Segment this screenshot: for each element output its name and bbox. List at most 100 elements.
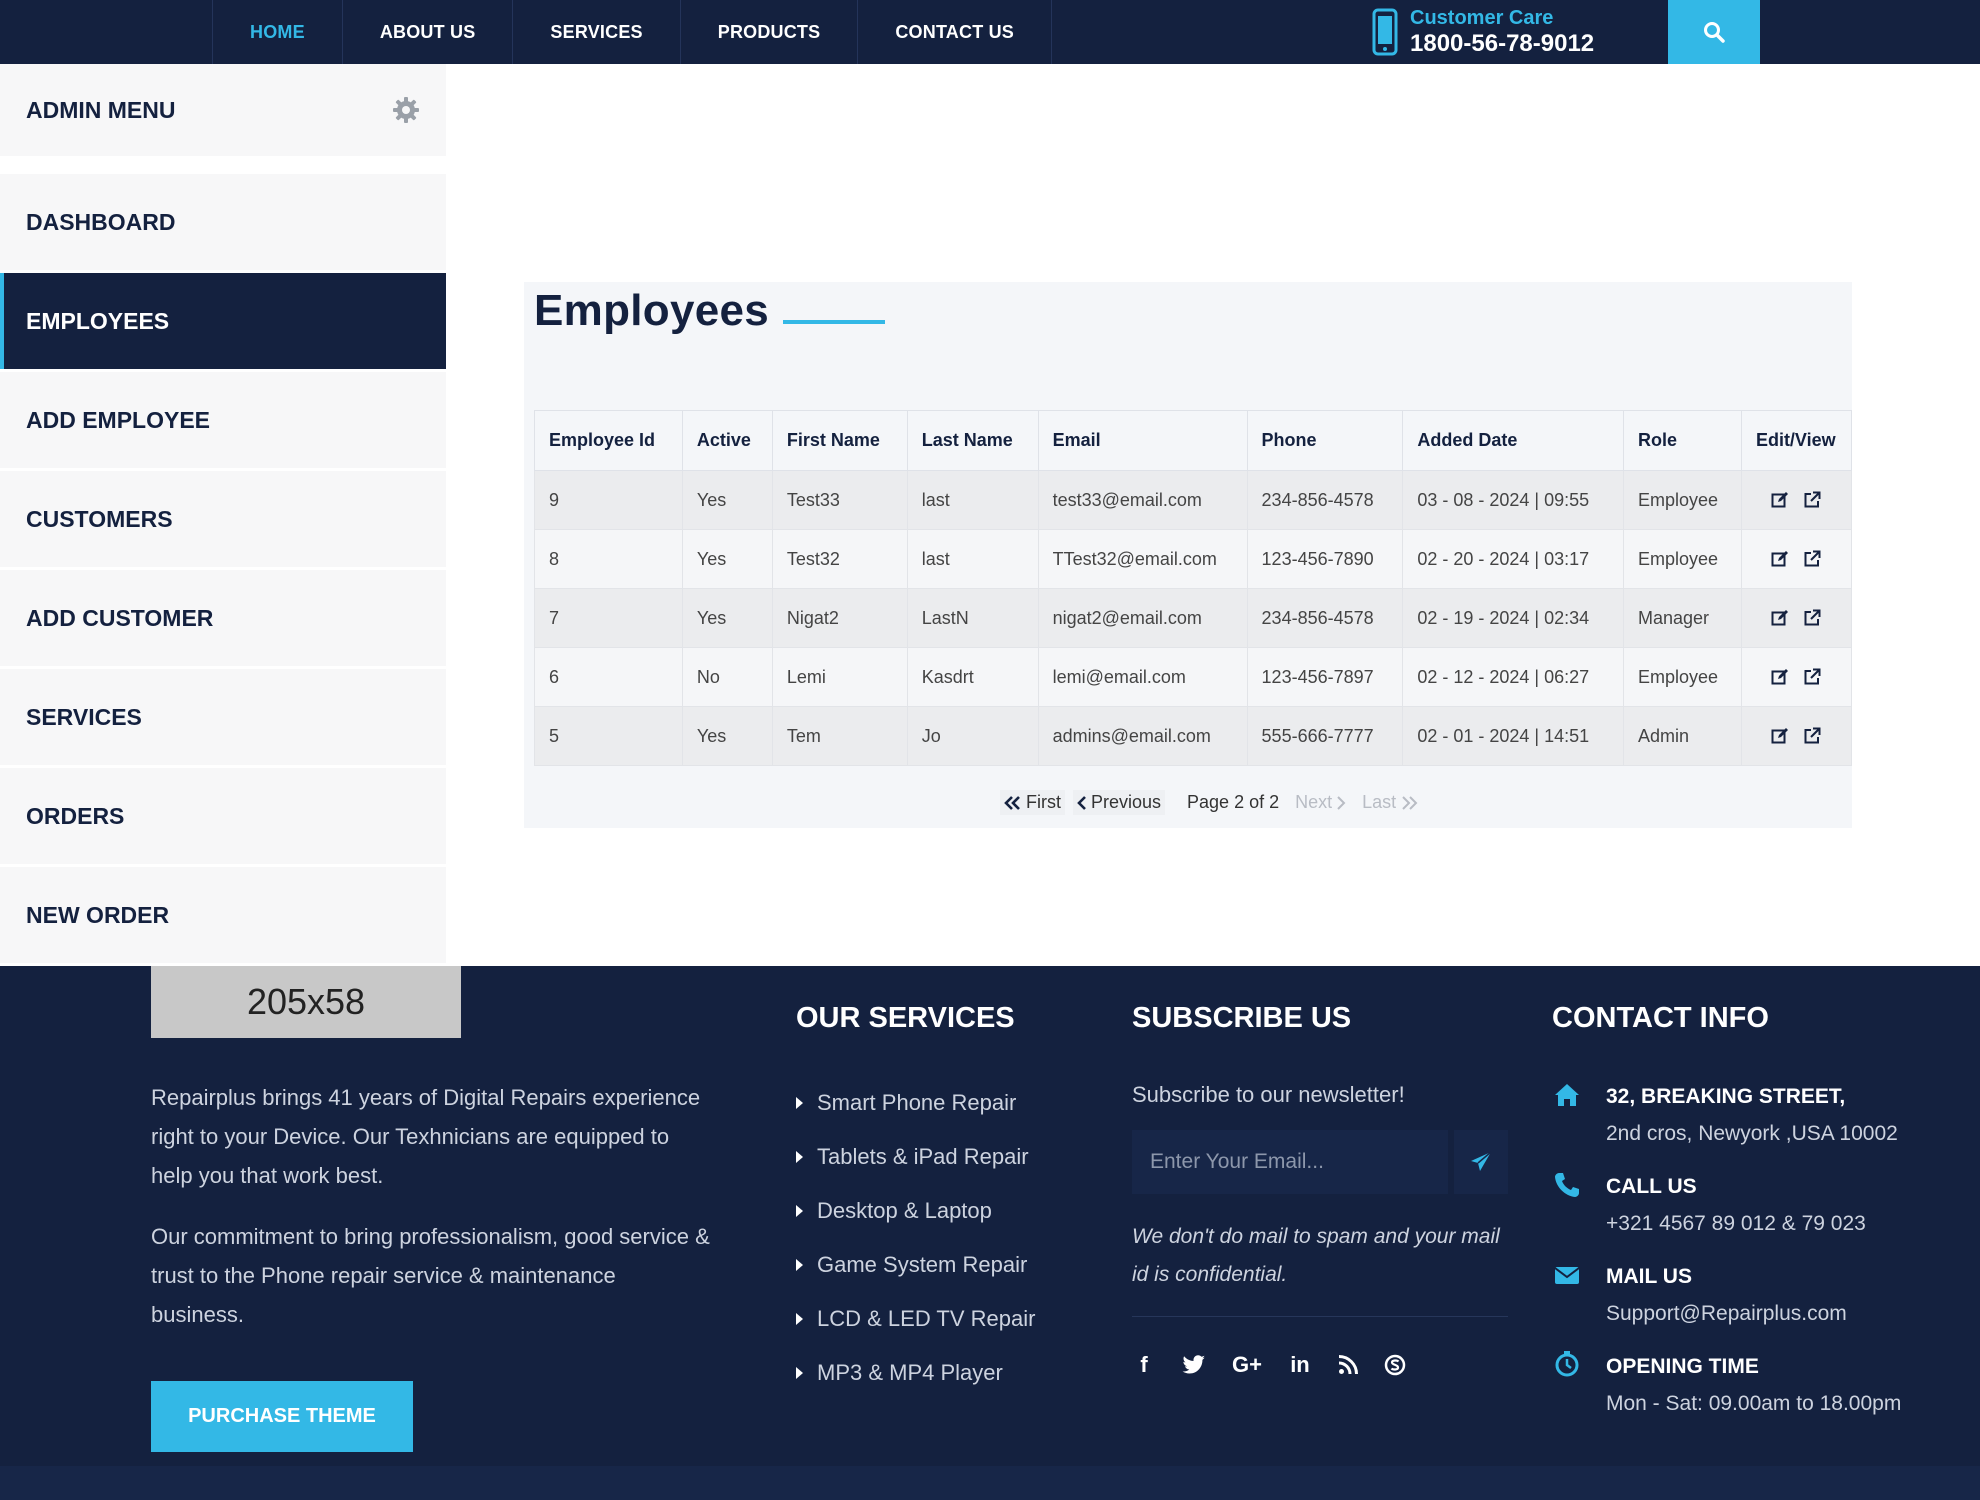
rss-icon[interactable] [1338,1355,1358,1375]
column-header[interactable]: Employee Id [534,410,683,471]
subscribe-email-input[interactable] [1132,1130,1448,1194]
external-link-icon[interactable] [1803,550,1821,568]
purchase-theme-button[interactable]: PURCHASE THEME [151,1381,413,1452]
twitter-icon[interactable] [1182,1355,1206,1375]
cell-added-date: 03 - 08 - 2024 | 09:55 [1402,470,1624,530]
pagination-last-button[interactable]: Last [1358,790,1422,815]
linkedin-icon[interactable]: in [1288,1352,1312,1378]
top-navbar: HOME ABOUT US SERVICES PRODUCTS CONTACT … [0,0,1980,64]
gear-icon[interactable] [392,96,420,124]
pagination-first-button[interactable]: First [1000,790,1065,815]
edit-icon[interactable] [1771,550,1789,568]
employees-table: Employee Id Active First Name Last Name … [534,410,1853,766]
column-header[interactable]: First Name [771,410,908,471]
contact-hours: OPENING TIME Mon - Sat: 09.00am to 18.00… [1552,1348,1901,1422]
service-link[interactable]: LCD & LED TV Repair [796,1292,1035,1346]
column-header[interactable]: Role [1622,410,1742,471]
cell-role: Employee [1622,470,1742,530]
cell-edit-view [1740,470,1853,530]
services-heading: OUR SERVICES [796,1002,1015,1034]
sidebar-item-employees[interactable]: EMPLOYEES [0,273,446,369]
column-header[interactable]: Active [681,410,773,471]
customer-care: Customer Care 1800-56-78-9012 [1372,0,1594,64]
skype-icon[interactable] [1384,1354,1406,1376]
sidebar-item-add-customer[interactable]: ADD CUSTOMER [0,570,446,666]
sidebar-item-new-order[interactable]: NEW ORDER [0,867,446,963]
cell-email: test33@email.com [1037,470,1248,530]
pagination-next-button[interactable]: Next [1291,790,1350,815]
external-link-icon[interactable] [1803,491,1821,509]
column-header[interactable]: Phone [1246,410,1404,471]
search-button[interactable] [1668,0,1760,64]
sidebar-item-dashboard[interactable]: DASHBOARD [0,174,446,270]
cell-email: admins@email.com [1037,706,1248,766]
caret-right-icon [796,1259,803,1271]
employees-panel: Employees Employee Id Active First Name … [524,282,1853,828]
cell-last-name: last [906,470,1039,530]
external-link-icon[interactable] [1803,668,1821,686]
cell-last-name: Jo [906,706,1039,766]
edit-icon[interactable] [1771,727,1789,745]
nav-services[interactable]: SERVICES [513,0,681,64]
edit-icon[interactable] [1771,491,1789,509]
cell-phone: 234-856-4578 [1246,588,1404,648]
cell-edit-view [1740,529,1853,589]
service-link-label: Desktop & Laptop [817,1198,992,1223]
service-link[interactable]: Smart Phone Repair [796,1076,1035,1130]
page-title: Employees [534,286,770,335]
sidebar-item-orders[interactable]: ORDERS [0,768,446,864]
table-row: 9 Yes Test33 last test33@email.com 234-8… [534,470,1853,530]
search-icon [1704,22,1725,43]
google-plus-icon[interactable]: G+ [1232,1352,1262,1378]
double-chevron-left-icon [1004,795,1020,810]
sidebar-item-customers[interactable]: CUSTOMERS [0,471,446,567]
column-header[interactable]: Email [1037,410,1248,471]
home-icon [1555,1084,1579,1106]
cell-phone: 555-666-7777 [1246,706,1404,766]
column-header[interactable]: Last Name [906,410,1039,471]
footer-about-paragraph: Repairplus brings 41 years of Digital Re… [151,1085,701,1188]
service-link-label: MP3 & MP4 Player [817,1360,1003,1385]
facebook-icon[interactable]: f [1132,1352,1156,1378]
customer-care-number: 1800-56-78-9012 [1410,29,1595,57]
pagination-previous-button[interactable]: Previous [1073,790,1166,815]
admin-sidebar: ADMIN MENU DASHBOARD EMPLOYEES ADD EMPLO… [0,64,446,966]
cell-employee-id: 6 [534,647,683,707]
cell-employee-id: 5 [534,706,683,766]
cell-added-date: 02 - 01 - 2024 | 14:51 [1402,706,1624,766]
caret-right-icon [796,1151,803,1163]
subscribe-send-button[interactable] [1454,1130,1508,1194]
service-link[interactable]: Tablets & iPad Repair [796,1130,1035,1184]
pagination-last-label: Last [1362,792,1397,812]
call-us-value[interactable]: +321 4567 89 012 & 79 023 [1606,1205,1866,1242]
edit-icon[interactable] [1771,668,1789,686]
logo-placeholder: 205x58 [151,966,461,1038]
column-header[interactable]: Added Date [1402,410,1624,471]
contact-address: 32, BREAKING STREET, 2nd cros, Newyork ,… [1552,1078,1898,1152]
mail-us-value[interactable]: Support@Repairplus.com [1606,1295,1847,1332]
cell-added-date: 02 - 12 - 2024 | 06:27 [1402,647,1624,707]
table-row: 8 Yes Test32 last TTest32@email.com 123-… [534,529,1853,589]
nav-contact-us[interactable]: CONTACT US [858,0,1053,64]
address-line2: 2nd cros, Newyork ,USA 10002 [1606,1122,1898,1145]
nav-home[interactable]: HOME [213,0,343,64]
external-link-icon[interactable] [1803,727,1821,745]
cell-first-name: Tem [771,706,908,766]
nav-about-us[interactable]: ABOUT US [343,0,514,64]
cell-active: Yes [681,470,773,530]
footer-about: Repairplus brings 41 years of Digital Re… [151,1078,711,1356]
cell-active: Yes [681,529,773,589]
service-link[interactable]: Desktop & Laptop [796,1184,1035,1238]
call-us-label: CALL US [1606,1175,1697,1198]
nav-products[interactable]: PRODUCTS [681,0,859,64]
cell-first-name: Test33 [771,470,908,530]
edit-icon[interactable] [1771,609,1789,627]
cell-role: Admin [1622,706,1742,766]
service-link[interactable]: Game System Repair [796,1238,1035,1292]
sidebar-item-add-employee[interactable]: ADD EMPLOYEE [0,372,446,468]
sidebar-item-services[interactable]: SERVICES [0,669,446,765]
external-link-icon[interactable] [1803,609,1821,627]
service-link[interactable]: MP3 & MP4 Player [796,1346,1035,1400]
subscribe-text: Subscribe to our newsletter! [1132,1082,1405,1107]
caret-right-icon [796,1367,803,1379]
